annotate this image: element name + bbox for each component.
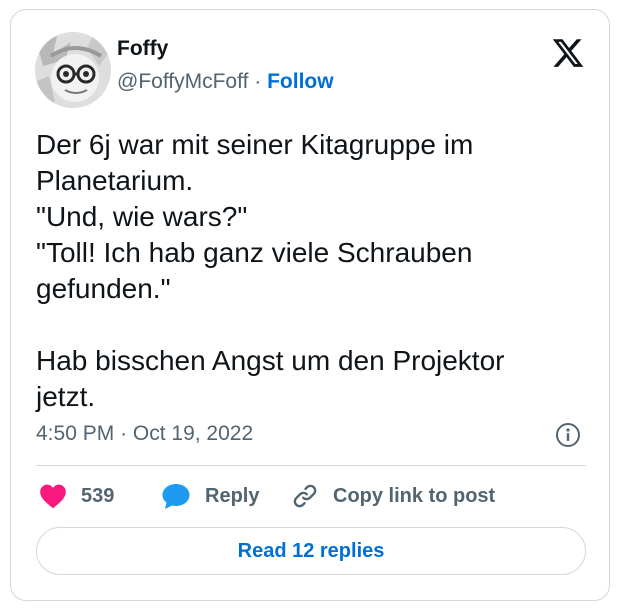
like-count: 539 xyxy=(81,484,115,507)
x-logo-icon[interactable] xyxy=(551,36,585,70)
heart-icon xyxy=(40,484,66,509)
like-button[interactable]: 539 xyxy=(39,480,114,512)
tweet-text: Der 6j war mit seiner Kitagruppe im Plan… xyxy=(36,129,505,412)
avatar-image xyxy=(35,32,111,108)
author-display-name[interactable]: Foffy xyxy=(117,35,168,63)
timestamp-separator: · xyxy=(120,422,128,445)
divider xyxy=(36,465,586,466)
follow-button[interactable]: Follow xyxy=(267,70,334,93)
speech-bubble-icon xyxy=(162,484,190,509)
handle-separator: · xyxy=(254,70,262,93)
tweet-timestamp[interactable]: 4:50 PM · Oct 19, 2022 xyxy=(36,420,253,448)
copy-link-button[interactable]: Copy link to post xyxy=(291,480,495,512)
author-handle[interactable]: @FoffyMcFoff xyxy=(117,70,248,93)
info-icon[interactable] xyxy=(555,422,581,448)
reply-button[interactable]: Reply xyxy=(161,480,259,512)
tweet-date[interactable]: Oct 19, 2022 xyxy=(133,422,253,445)
tweet-time[interactable]: 4:50 PM xyxy=(36,422,114,445)
read-replies-label: Read 12 replies xyxy=(237,539,385,562)
tweet-card: Foffy @FoffyMcFoff · Follow Der 6j war m… xyxy=(10,9,610,601)
avatar[interactable] xyxy=(35,32,111,108)
reply-label: Reply xyxy=(205,484,260,507)
copy-link-label: Copy link to post xyxy=(333,484,496,507)
link-icon xyxy=(293,484,317,508)
author-handle-row: @FoffyMcFoff · Follow xyxy=(117,68,334,96)
read-replies-button[interactable]: Read 12 replies xyxy=(36,527,586,575)
